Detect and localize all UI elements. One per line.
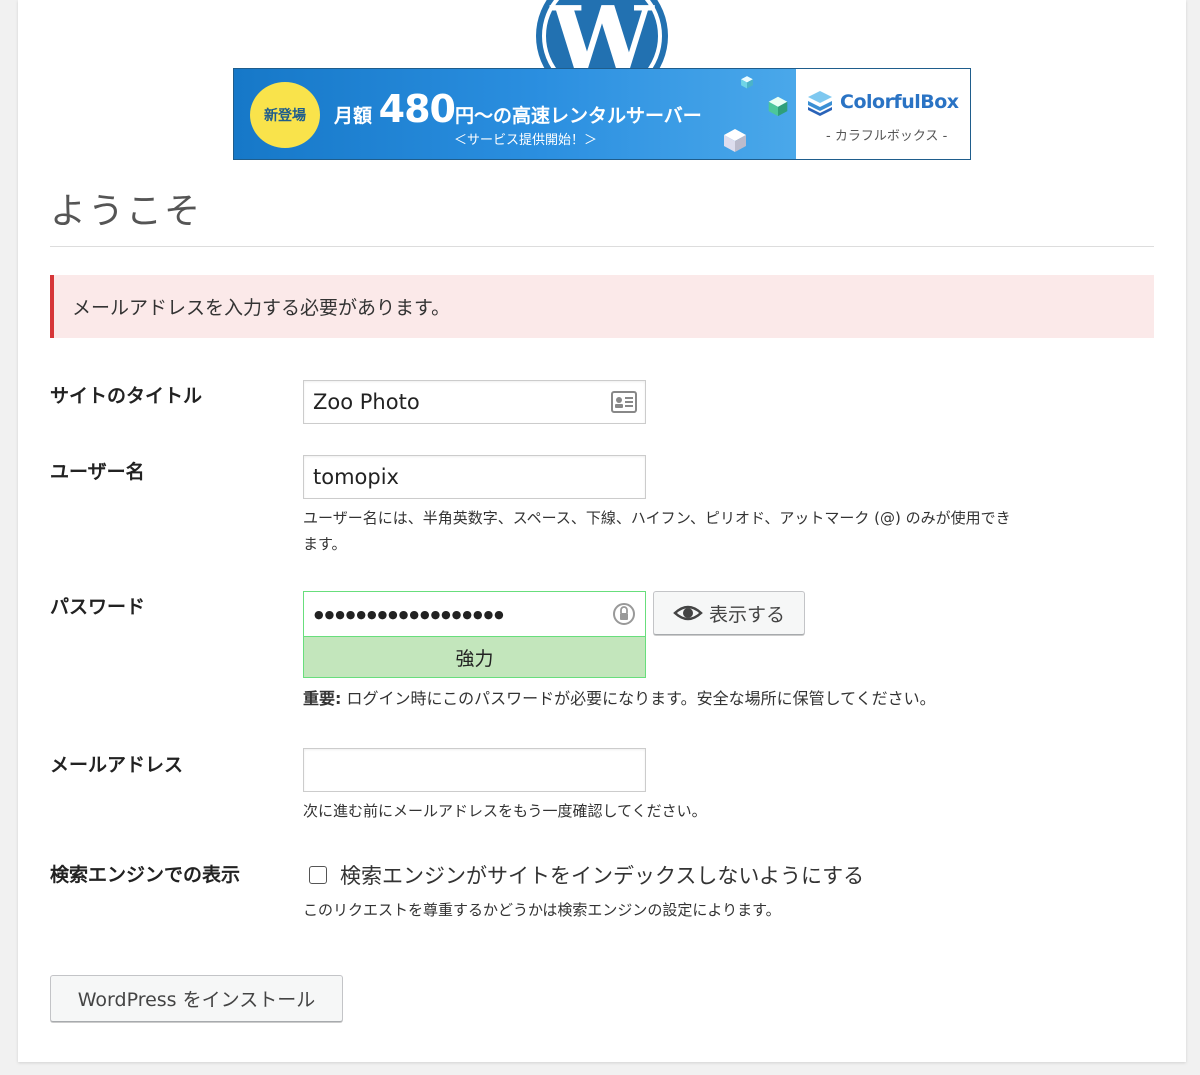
important-label: 重要: [303,689,342,708]
colorfulbox-logo-icon [808,91,832,116]
error-notice-text: メールアドレスを入力する必要があります。 [72,297,451,319]
site-title-input[interactable]: Zoo Photo [303,380,646,424]
password-manager-icon[interactable] [611,601,637,627]
search-visibility-checkbox-label[interactable]: 検索エンジンがサイトをインデックスしないようにする [340,860,864,890]
show-password-button[interactable]: 表示する [653,591,805,635]
page-title: ようこそ [50,191,203,232]
username-label: ユーザー名 [50,461,145,483]
email-help: 次に進む前にメールアドレスをもう一度確認してください。 [303,802,707,820]
search-visibility-help: このリクエストを尊重するかどうかは検索エンジンの設定によります。 [303,901,781,919]
error-notice: メールアドレスを入力する必要があります。 [50,275,1154,338]
ad-banner[interactable]: 新登場 月額 480円～の高速レンタルサーバー ＜サービス提供開始！＞ Colo [233,68,971,160]
title-divider [50,246,1154,247]
install-wordpress-button[interactable]: WordPress をインストール [50,975,343,1022]
install-button-label: WordPress をインストール [77,989,316,1011]
password-masked-value: ●●●●●●●●●●●●●●●●●● [314,607,505,621]
cube-icon [741,76,753,89]
price-amount: 480 [378,87,456,131]
banner-brand: ColorfulBox - カラフルボックス - [796,69,970,159]
username-help-line1: ユーザー名には、半角英数字、スペース、下線、ハイフン、ピリオド、アットマーク (… [303,509,1011,527]
site-title-label: サイトのタイトル [50,385,203,407]
contact-card-icon[interactable] [611,391,637,413]
cube-icon [768,96,788,117]
password-label: パスワード [50,596,146,618]
banner-price-line: 月額 480円～の高速レンタルサーバー [334,87,702,131]
search-visibility-checkbox[interactable] [309,866,327,884]
username-input[interactable]: tomopix [303,455,646,499]
service-note: ＜サービス提供開始！＞ [454,133,598,148]
eye-icon [673,605,703,621]
cube-icon [724,129,746,152]
username-help-line2: ます。 [303,535,347,553]
colorfulbox-sub: - カラフルボックス - [826,129,948,144]
password-strength-meter: 強力 [303,636,646,678]
price-suffix: 円～の高速レンタルサーバー [454,105,702,127]
site-title-value: Zoo Photo [313,390,420,414]
colorfulbox-name: ColorfulBox [840,91,959,113]
username-value: tomopix [313,465,399,489]
new-badge: 新登場 [250,82,320,148]
banner-promo: 新登場 月額 480円～の高速レンタルサーバー ＜サービス提供開始！＞ [234,69,796,159]
email-input[interactable] [303,748,646,792]
price-prefix: 月額 [334,105,373,127]
password-input[interactable]: ●●●●●●●●●●●●●●●●●● [303,591,646,636]
search-visibility-label: 検索エンジンでの表示 [50,864,241,886]
important-text: ログイン時にこのパスワードが必要になります。安全な場所に保管してください。 [341,689,936,708]
email-label: メールアドレス [50,754,184,776]
password-important-note: 重要: ログイン時にこのパスワードが必要になります。安全な場所に保管してください… [303,686,936,712]
show-password-label: 表示する [708,603,785,626]
username-help: ユーザー名には、半角英数字、スペース、下線、ハイフン、ピリオド、アットマーク (… [303,505,1011,557]
